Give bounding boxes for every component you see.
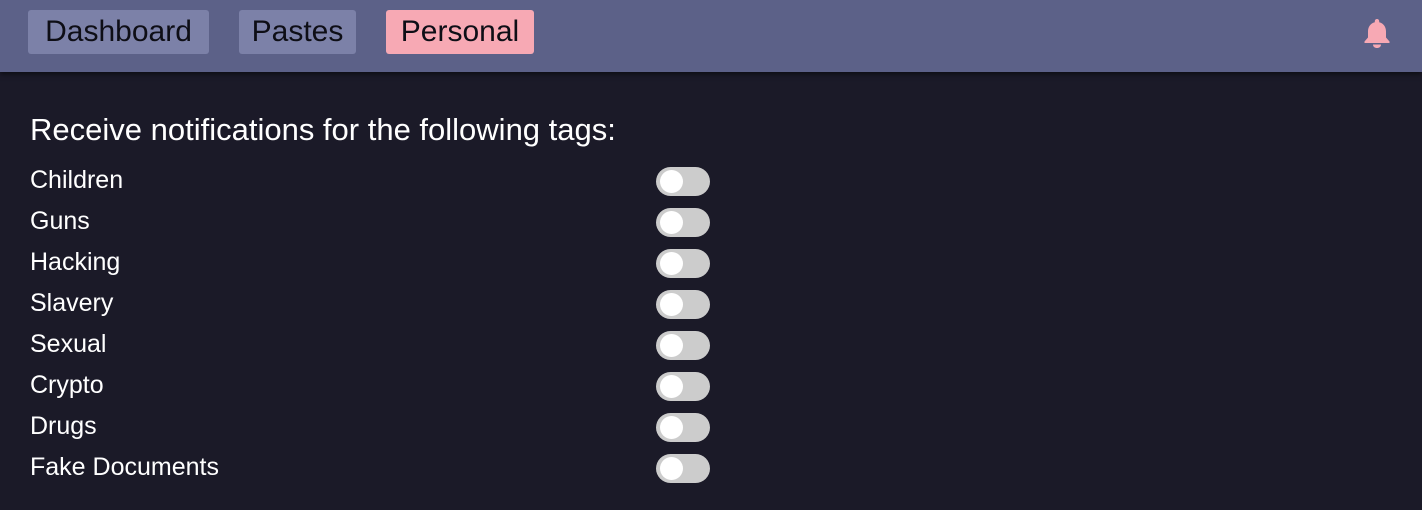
tag-row-sexual: Sexual bbox=[30, 324, 720, 365]
notifications-heading: Receive notifications for the following … bbox=[30, 112, 616, 147]
nav-pastes-button[interactable]: Pastes bbox=[239, 10, 356, 54]
nav-personal-button[interactable]: Personal bbox=[386, 10, 534, 54]
tag-label: Hacking bbox=[30, 248, 121, 276]
tag-label: Drugs bbox=[30, 412, 97, 440]
tag-row-children: Children bbox=[30, 160, 720, 201]
toggle-fake-documents[interactable] bbox=[656, 454, 710, 483]
tag-label: Children bbox=[30, 166, 124, 194]
nav-dashboard-button[interactable]: Dashboard bbox=[28, 10, 209, 54]
top-nav-bar: Dashboard Pastes Personal bbox=[0, 0, 1422, 72]
tag-row-hacking: Hacking bbox=[30, 242, 720, 283]
toggle-slavery[interactable] bbox=[656, 290, 710, 319]
tag-row-drugs: Drugs bbox=[30, 406, 720, 447]
toggle-knob bbox=[660, 293, 683, 316]
toggle-children[interactable] bbox=[656, 167, 710, 196]
tag-label: Fake Documents bbox=[30, 453, 219, 481]
toggle-knob bbox=[660, 375, 683, 398]
tag-label: Slavery bbox=[30, 289, 114, 317]
tag-label: Guns bbox=[30, 207, 90, 235]
toggle-knob bbox=[660, 211, 683, 234]
toggle-guns[interactable] bbox=[656, 208, 710, 237]
toggle-sexual[interactable] bbox=[656, 331, 710, 360]
toggle-knob bbox=[660, 252, 683, 275]
toggle-knob bbox=[660, 334, 683, 357]
toggle-knob bbox=[660, 457, 683, 480]
tag-row-guns: Guns bbox=[30, 201, 720, 242]
bell-icon[interactable] bbox=[1362, 17, 1392, 49]
tag-toggle-list: Children Guns Hacking Slavery Sexual Cry… bbox=[30, 160, 720, 488]
tag-row-slavery: Slavery bbox=[30, 283, 720, 324]
toggle-knob bbox=[660, 416, 683, 439]
toggle-drugs[interactable] bbox=[656, 413, 710, 442]
tag-label: Sexual bbox=[30, 330, 107, 358]
toggle-crypto[interactable] bbox=[656, 372, 710, 401]
tag-row-crypto: Crypto bbox=[30, 365, 720, 406]
toggle-hacking[interactable] bbox=[656, 249, 710, 278]
tag-label: Crypto bbox=[30, 371, 104, 399]
tag-row-fake-documents: Fake Documents bbox=[30, 447, 720, 488]
toggle-knob bbox=[660, 170, 683, 193]
